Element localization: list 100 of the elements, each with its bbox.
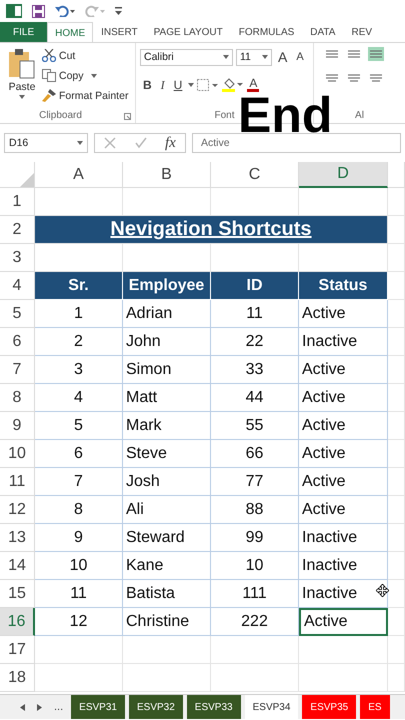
empty-cell[interactable] [388,244,405,272]
sheet-tab[interactable]: ESVP35 [302,695,356,719]
underline-button[interactable]: U [170,78,186,92]
empty-cell[interactable] [211,664,299,692]
table-cell[interactable]: Christine [123,608,211,636]
table-cell[interactable]: Inactive [299,328,388,356]
empty-cell[interactable] [388,328,405,356]
table-cell[interactable]: Kane [123,552,211,580]
row-header[interactable]: 5 [0,300,35,328]
empty-cell[interactable] [388,608,405,636]
empty-cell[interactable] [388,384,405,412]
dialog-launcher-icon[interactable] [124,113,131,120]
select-all-button[interactable] [0,162,35,188]
empty-cell[interactable] [388,664,405,692]
selected-cell[interactable]: Active [299,608,388,636]
table-cell[interactable]: 10 [35,552,123,580]
table-cell[interactable]: 5 [35,412,123,440]
file-tab[interactable]: FILE [0,22,48,42]
table-cell[interactable]: Active [299,496,388,524]
empty-cell[interactable] [388,580,405,608]
formula-input[interactable]: Active [192,133,401,153]
table-cell[interactable]: Matt [123,384,211,412]
table-cell[interactable]: Josh [123,468,211,496]
ribbon-tab[interactable]: INSERT [93,22,146,42]
table-cell[interactable]: Active [299,300,388,328]
format-painter-button[interactable]: Format Painter [42,87,128,104]
table-cell[interactable]: 66 [211,440,299,468]
row-header[interactable]: 6 [0,328,35,356]
font-name-dropdown[interactable]: Calibri [140,48,233,66]
ribbon-tab[interactable]: FORMULAS [230,22,302,42]
row-header[interactable]: 14 [0,552,35,580]
column-header[interactable] [388,162,405,188]
table-cell[interactable]: 22 [211,328,299,356]
table-cell[interactable]: 33 [211,356,299,384]
table-cell[interactable]: Steve [123,440,211,468]
undo-icon[interactable] [55,5,75,17]
table-cell[interactable]: 3 [35,356,123,384]
row-header[interactable]: 18 [0,664,35,692]
previous-sheet-icon[interactable] [20,704,25,710]
empty-cell[interactable] [388,272,405,300]
check-icon[interactable] [134,137,147,149]
font-color-button[interactable]: A [247,78,260,92]
row-header[interactable]: 9 [0,412,35,440]
row-header[interactable]: 12 [0,496,35,524]
row-header[interactable]: 13 [0,524,35,552]
row-header[interactable]: 3 [0,244,35,272]
table-cell[interactable]: 1 [35,300,123,328]
empty-cell[interactable] [388,496,405,524]
cancel-icon[interactable] [104,137,116,149]
table-cell[interactable]: 88 [211,496,299,524]
italic-button[interactable]: I [158,78,168,92]
sheet-tab[interactable]: ESVP31 [71,695,125,719]
table-cell[interactable]: Ali [123,496,211,524]
table-cell[interactable]: Mark [123,412,211,440]
empty-cell[interactable] [388,468,405,496]
empty-cell[interactable] [388,412,405,440]
row-header[interactable]: 16 [0,608,35,636]
table-cell[interactable]: Active [299,384,388,412]
more-sheets-button[interactable]: ... [54,701,64,713]
empty-cell[interactable] [388,440,405,468]
table-cell[interactable]: Active [299,468,388,496]
table-cell[interactable]: 10 [211,552,299,580]
ribbon-tab[interactable]: PAGE LAYOUT [146,22,231,42]
ribbon-tab[interactable]: DATA [302,22,344,42]
table-cell[interactable]: Active [299,356,388,384]
table-cell[interactable]: 8 [35,496,123,524]
customize-icon[interactable] [115,7,122,15]
column-header[interactable]: D [299,162,388,188]
table-cell[interactable]: Active [299,440,388,468]
bold-button[interactable]: B [140,78,155,92]
empty-cell[interactable] [388,636,405,664]
table-cell[interactable]: 11 [211,300,299,328]
row-header[interactable]: 4 [0,272,35,300]
sheet-tab[interactable]: ESVP34 [244,695,298,719]
cut-button[interactable]: Cut [42,47,128,64]
table-cell[interactable]: John [123,328,211,356]
grow-font-button[interactable]: A [275,49,290,65]
name-box[interactable]: D16 [4,133,88,153]
table-cell[interactable]: Inactive [299,524,388,552]
table-cell[interactable]: 7 [35,468,123,496]
table-cell[interactable]: 44 [211,384,299,412]
paste-button[interactable]: Paste [4,47,40,109]
table-cell[interactable]: 111 [211,580,299,608]
table-cell[interactable]: 11 [35,580,123,608]
ribbon-tab[interactable]: HOME [47,22,94,42]
table-cell[interactable]: Adrian [123,300,211,328]
empty-cell[interactable] [211,636,299,664]
ribbon-tab[interactable]: REV [343,22,380,42]
table-cell[interactable]: 6 [35,440,123,468]
empty-cell[interactable] [299,664,388,692]
empty-cell[interactable] [388,356,405,384]
table-cell[interactable]: 2 [35,328,123,356]
copy-button[interactable]: Copy [42,67,128,84]
row-header[interactable]: 17 [0,636,35,664]
row-header[interactable]: 1 [0,188,35,216]
column-header[interactable]: B [123,162,211,188]
empty-cell[interactable] [123,636,211,664]
row-header[interactable]: 11 [0,468,35,496]
empty-cell[interactable] [299,636,388,664]
table-cell[interactable]: 222 [211,608,299,636]
